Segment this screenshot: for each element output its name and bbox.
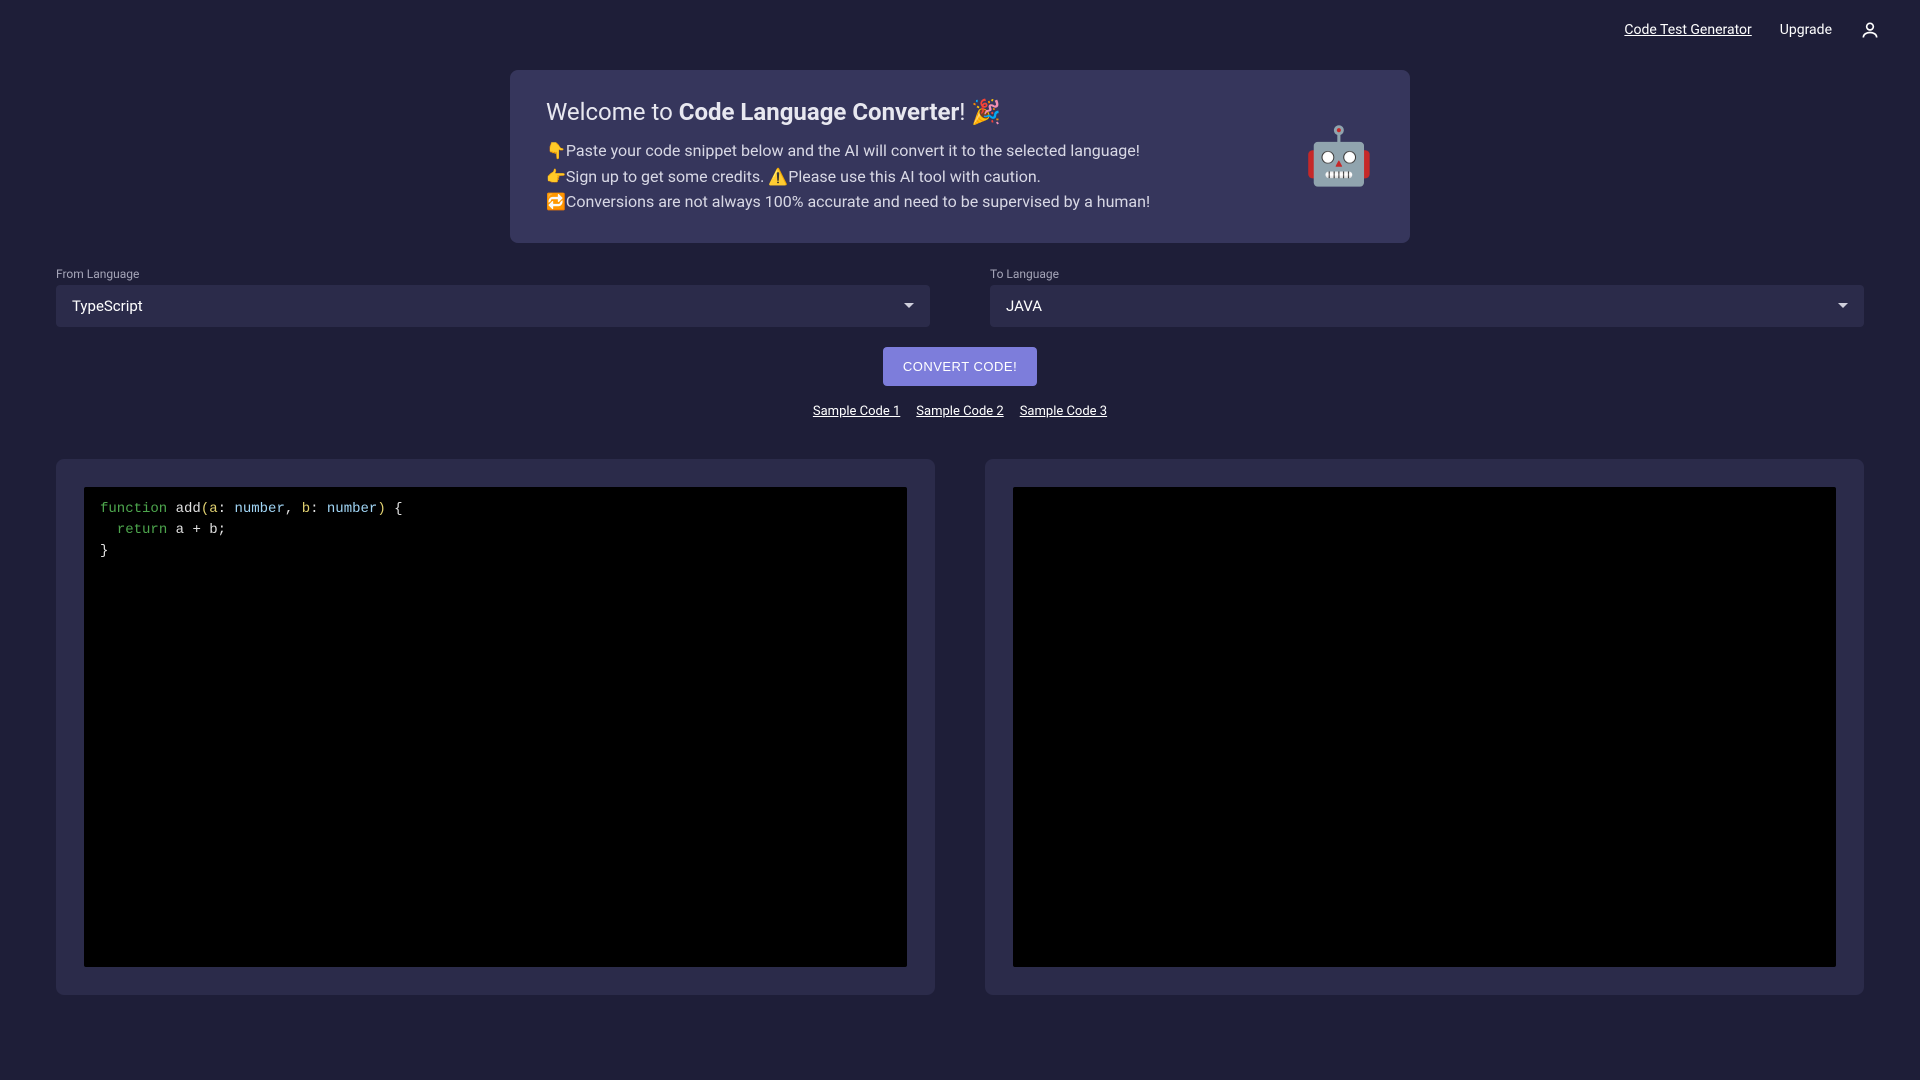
code-token: , [285, 501, 302, 517]
code-token: function [100, 501, 167, 517]
code-token: } [100, 543, 108, 559]
welcome-title-suffix: ! 🎉 [959, 98, 1001, 126]
chevron-down-icon [1838, 303, 1848, 308]
header-nav: Code Test Generator Upgrade [0, 0, 1920, 60]
output-code-editor[interactable] [1013, 487, 1836, 967]
sample-links-row: Sample Code 1 Sample Code 2 Sample Code … [0, 404, 1920, 419]
sample-code-2-link[interactable]: Sample Code 2 [916, 404, 1003, 419]
sample-code-3-link[interactable]: Sample Code 3 [1020, 404, 1107, 419]
from-language-label: From Language [56, 267, 930, 281]
welcome-title-bold: Code Language Converter [679, 98, 960, 126]
to-language-label: To Language [990, 267, 1864, 281]
code-token: : [310, 501, 327, 517]
code-token: number [327, 501, 377, 517]
to-language-value: JAVA [1006, 297, 1042, 315]
from-language-group: From Language TypeScript [56, 267, 930, 327]
welcome-line-1: 👇Paste your code snippet below and the A… [546, 138, 1274, 164]
code-token: : [218, 501, 235, 517]
code-panels-row: function add(a: number, b: number) { ret… [0, 459, 1920, 995]
welcome-line-2: 👉Sign up to get some credits. ⚠️Please u… [546, 164, 1274, 190]
robot-icon: 🤖 [1304, 128, 1374, 184]
welcome-content: Welcome to Code Language Converter! 🎉 👇P… [546, 98, 1274, 215]
nav-code-test-generator[interactable]: Code Test Generator [1624, 22, 1751, 38]
nav-upgrade[interactable]: Upgrade [1780, 22, 1832, 38]
welcome-line-3: 🔁Conversions are not always 100% accurat… [546, 189, 1274, 215]
code-token: number [234, 501, 284, 517]
welcome-title: Welcome to Code Language Converter! 🎉 [546, 98, 1274, 126]
language-selects-row: From Language TypeScript To Language JAV… [0, 267, 1920, 327]
welcome-title-prefix: Welcome to [546, 98, 679, 126]
code-token: a [209, 501, 217, 517]
chevron-down-icon [904, 303, 914, 308]
code-token [100, 522, 117, 538]
from-language-value: TypeScript [72, 297, 143, 315]
convert-code-button[interactable]: CONVERT CODE! [883, 347, 1037, 386]
welcome-text: 👇Paste your code snippet below and the A… [546, 138, 1274, 215]
to-language-group: To Language JAVA [990, 267, 1864, 327]
code-token: a + b; [167, 522, 226, 538]
to-language-select[interactable]: JAVA [990, 285, 1864, 327]
code-token: b [302, 501, 310, 517]
source-code-editor[interactable]: function add(a: number, b: number) { ret… [84, 487, 907, 967]
code-token: ) [377, 501, 385, 517]
code-token: { [386, 501, 403, 517]
user-icon[interactable] [1860, 20, 1880, 40]
sample-code-1-link[interactable]: Sample Code 1 [813, 404, 900, 419]
code-token: return [117, 522, 167, 538]
code-token: add [167, 501, 201, 517]
code-token: ( [201, 501, 209, 517]
from-language-select[interactable]: TypeScript [56, 285, 930, 327]
output-code-panel [985, 459, 1864, 995]
source-code-panel: function add(a: number, b: number) { ret… [56, 459, 935, 995]
welcome-card: Welcome to Code Language Converter! 🎉 👇P… [510, 70, 1410, 243]
